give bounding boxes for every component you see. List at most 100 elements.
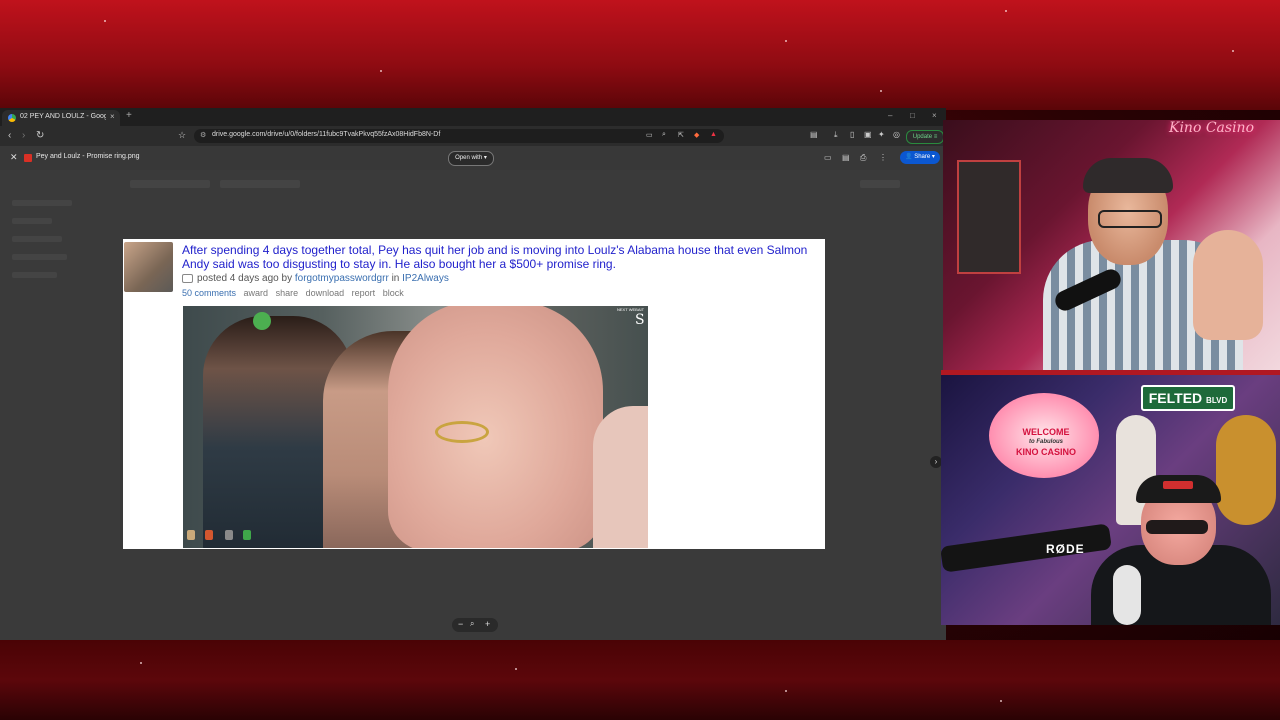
promise-ring-photo: NEXT WEBAIT S: [183, 306, 648, 548]
mic-brand: RØDE: [1046, 542, 1085, 556]
welcome-subtitle: to Fabulous: [1029, 439, 1063, 445]
zoom-icon[interactable]: ⌕: [470, 619, 474, 629]
close-viewer-icon[interactable]: ✕: [10, 152, 18, 163]
microphone-icon: [1113, 565, 1141, 625]
file-viewer-toolbar: ✕ Pey and Loulz - Promise ring.png Open …: [0, 146, 946, 170]
photo-hand: [388, 306, 603, 548]
share-button[interactable]: 👤 Share ▾: [900, 151, 940, 164]
download-link[interactable]: download: [306, 288, 345, 298]
stream-background-bottom: [0, 640, 1280, 720]
zoom-out-button[interactable]: −: [458, 619, 463, 629]
update-button[interactable]: Update ≡: [906, 130, 944, 144]
minimize-icon[interactable]: –: [888, 111, 892, 120]
report-link[interactable]: report: [352, 288, 376, 298]
add-to-drive-icon[interactable]: ▭: [824, 153, 832, 162]
host-2-cap: [1136, 475, 1221, 503]
kino-casino-logo: Kino Casino: [1169, 120, 1254, 136]
boom-mic: [941, 523, 1112, 573]
zoom-control: − ⌕ +: [452, 618, 498, 632]
comment-icon[interactable]: ▤: [842, 153, 850, 162]
sparkle: [785, 40, 787, 42]
more-options-icon[interactable]: ⋮: [879, 153, 887, 162]
ghost-drive-text: [12, 200, 72, 206]
sparkle: [880, 90, 882, 92]
award-link[interactable]: award: [244, 288, 269, 298]
ghost-drive-text: [860, 180, 900, 188]
comments-link[interactable]: 50 comments: [182, 288, 236, 298]
stream-background-top: [0, 0, 1280, 110]
camera-icon: [182, 273, 193, 283]
update-label: Update: [912, 134, 933, 140]
reload-icon[interactable]: ↻: [36, 130, 44, 141]
post-actions: 50 comments award share download report …: [182, 288, 409, 298]
host-1-hand: [1193, 230, 1263, 340]
ghost-drive-text: [130, 180, 210, 188]
zoom-in-button[interactable]: +: [485, 619, 490, 629]
wallet-icon[interactable]: ▣: [864, 130, 872, 139]
share-label: Share: [914, 154, 931, 160]
open-with-label: Open with: [455, 155, 483, 161]
ghost-drive-text: [12, 272, 57, 278]
ring: [435, 421, 489, 443]
street-sign-name: FELTED: [1148, 390, 1203, 406]
pepe-sticker-icon: [253, 312, 271, 330]
host-2-sunglasses: [1146, 520, 1208, 534]
bookmark-icon[interactable]: ☆: [178, 130, 186, 141]
brave-shield-icon[interactable]: ◆: [694, 131, 699, 139]
tab-strip: 02 PEY AND LOULZ - Google Dr × + – □ ×: [0, 108, 946, 126]
posted-text: posted 4 days ago by: [197, 273, 293, 284]
overlay-icon: [225, 530, 233, 540]
maximize-icon[interactable]: □: [910, 111, 915, 120]
share-page-icon[interactable]: ⇱: [678, 131, 684, 139]
new-tab-button[interactable]: +: [126, 110, 132, 121]
block-link[interactable]: block: [383, 288, 404, 298]
navigation-bar: ‹ › ↻ ☆ ⚙ drive.google.com/drive/u/0/fol…: [0, 126, 946, 146]
post-title[interactable]: After spending 4 days together total, Pe…: [182, 243, 827, 271]
cast-icon[interactable]: ▭: [646, 131, 653, 139]
tab-title: 02 PEY AND LOULZ - Google Dr: [20, 113, 106, 120]
sparkle: [1232, 50, 1234, 52]
url-text: drive.google.com/drive/u/0/folders/11fub…: [212, 131, 441, 138]
host-1-glasses: [1098, 210, 1162, 228]
tab-google-drive[interactable]: 02 PEY AND LOULZ - Google Dr ×: [2, 110, 120, 126]
sparkle: [515, 668, 517, 670]
sidebar-icon[interactable]: ▯: [850, 130, 854, 139]
image-file-icon: [24, 154, 32, 162]
webcam-host-2: WELCOME to Fabulous KINO CASINO FELTED B…: [941, 375, 1280, 625]
ghost-drive-text: [12, 254, 67, 260]
reader-mode-icon[interactable]: ▤: [810, 130, 818, 139]
in-text: in: [391, 273, 400, 284]
back-icon[interactable]: ‹: [8, 130, 11, 141]
forward-icon[interactable]: ›: [22, 130, 25, 141]
post-thumbnail[interactable]: [124, 242, 173, 292]
sparkle: [104, 20, 106, 22]
ghost-drive-text: [12, 218, 52, 224]
close-window-icon[interactable]: ×: [932, 111, 937, 120]
overlay-icon: [243, 530, 251, 540]
host-1-beanie: [1083, 158, 1173, 193]
welcome-name: KINO CASINO: [1015, 447, 1076, 457]
zoom-icon[interactable]: ⌕: [662, 131, 666, 139]
rewards-icon[interactable]: ▲: [710, 131, 717, 138]
open-with-button[interactable]: Open with ▾: [448, 151, 494, 166]
street-sign-suffix: BLVD: [1206, 396, 1228, 405]
reddit-post-image: After spending 4 days together total, Pe…: [123, 239, 825, 549]
slot-machine: [957, 160, 1021, 274]
photo-arm: [593, 406, 648, 548]
overlay-icon: [187, 530, 195, 540]
print-icon[interactable]: ⎙: [860, 153, 866, 163]
subreddit-link[interactable]: IP2Always: [402, 273, 449, 284]
extensions-icon[interactable]: ✦: [878, 130, 885, 139]
vpn-icon[interactable]: ◎: [893, 130, 900, 139]
site-info-icon[interactable]: ⚙: [200, 131, 206, 139]
author-link[interactable]: forgotmypasswordgrr: [295, 273, 389, 284]
download-icon[interactable]: ⤓: [834, 130, 838, 140]
address-bar[interactable]: ⚙ drive.google.com/drive/u/0/folders/11f…: [194, 129, 724, 143]
sparkle: [1005, 10, 1007, 12]
share-link[interactable]: share: [276, 288, 299, 298]
gold-lion-statue: [1216, 415, 1276, 525]
tab-close-icon[interactable]: ×: [110, 112, 115, 121]
sparkle: [1000, 700, 1002, 702]
sparkle: [380, 70, 382, 72]
post-meta: posted 4 days ago by forgotmypasswordgrr…: [182, 273, 449, 284]
